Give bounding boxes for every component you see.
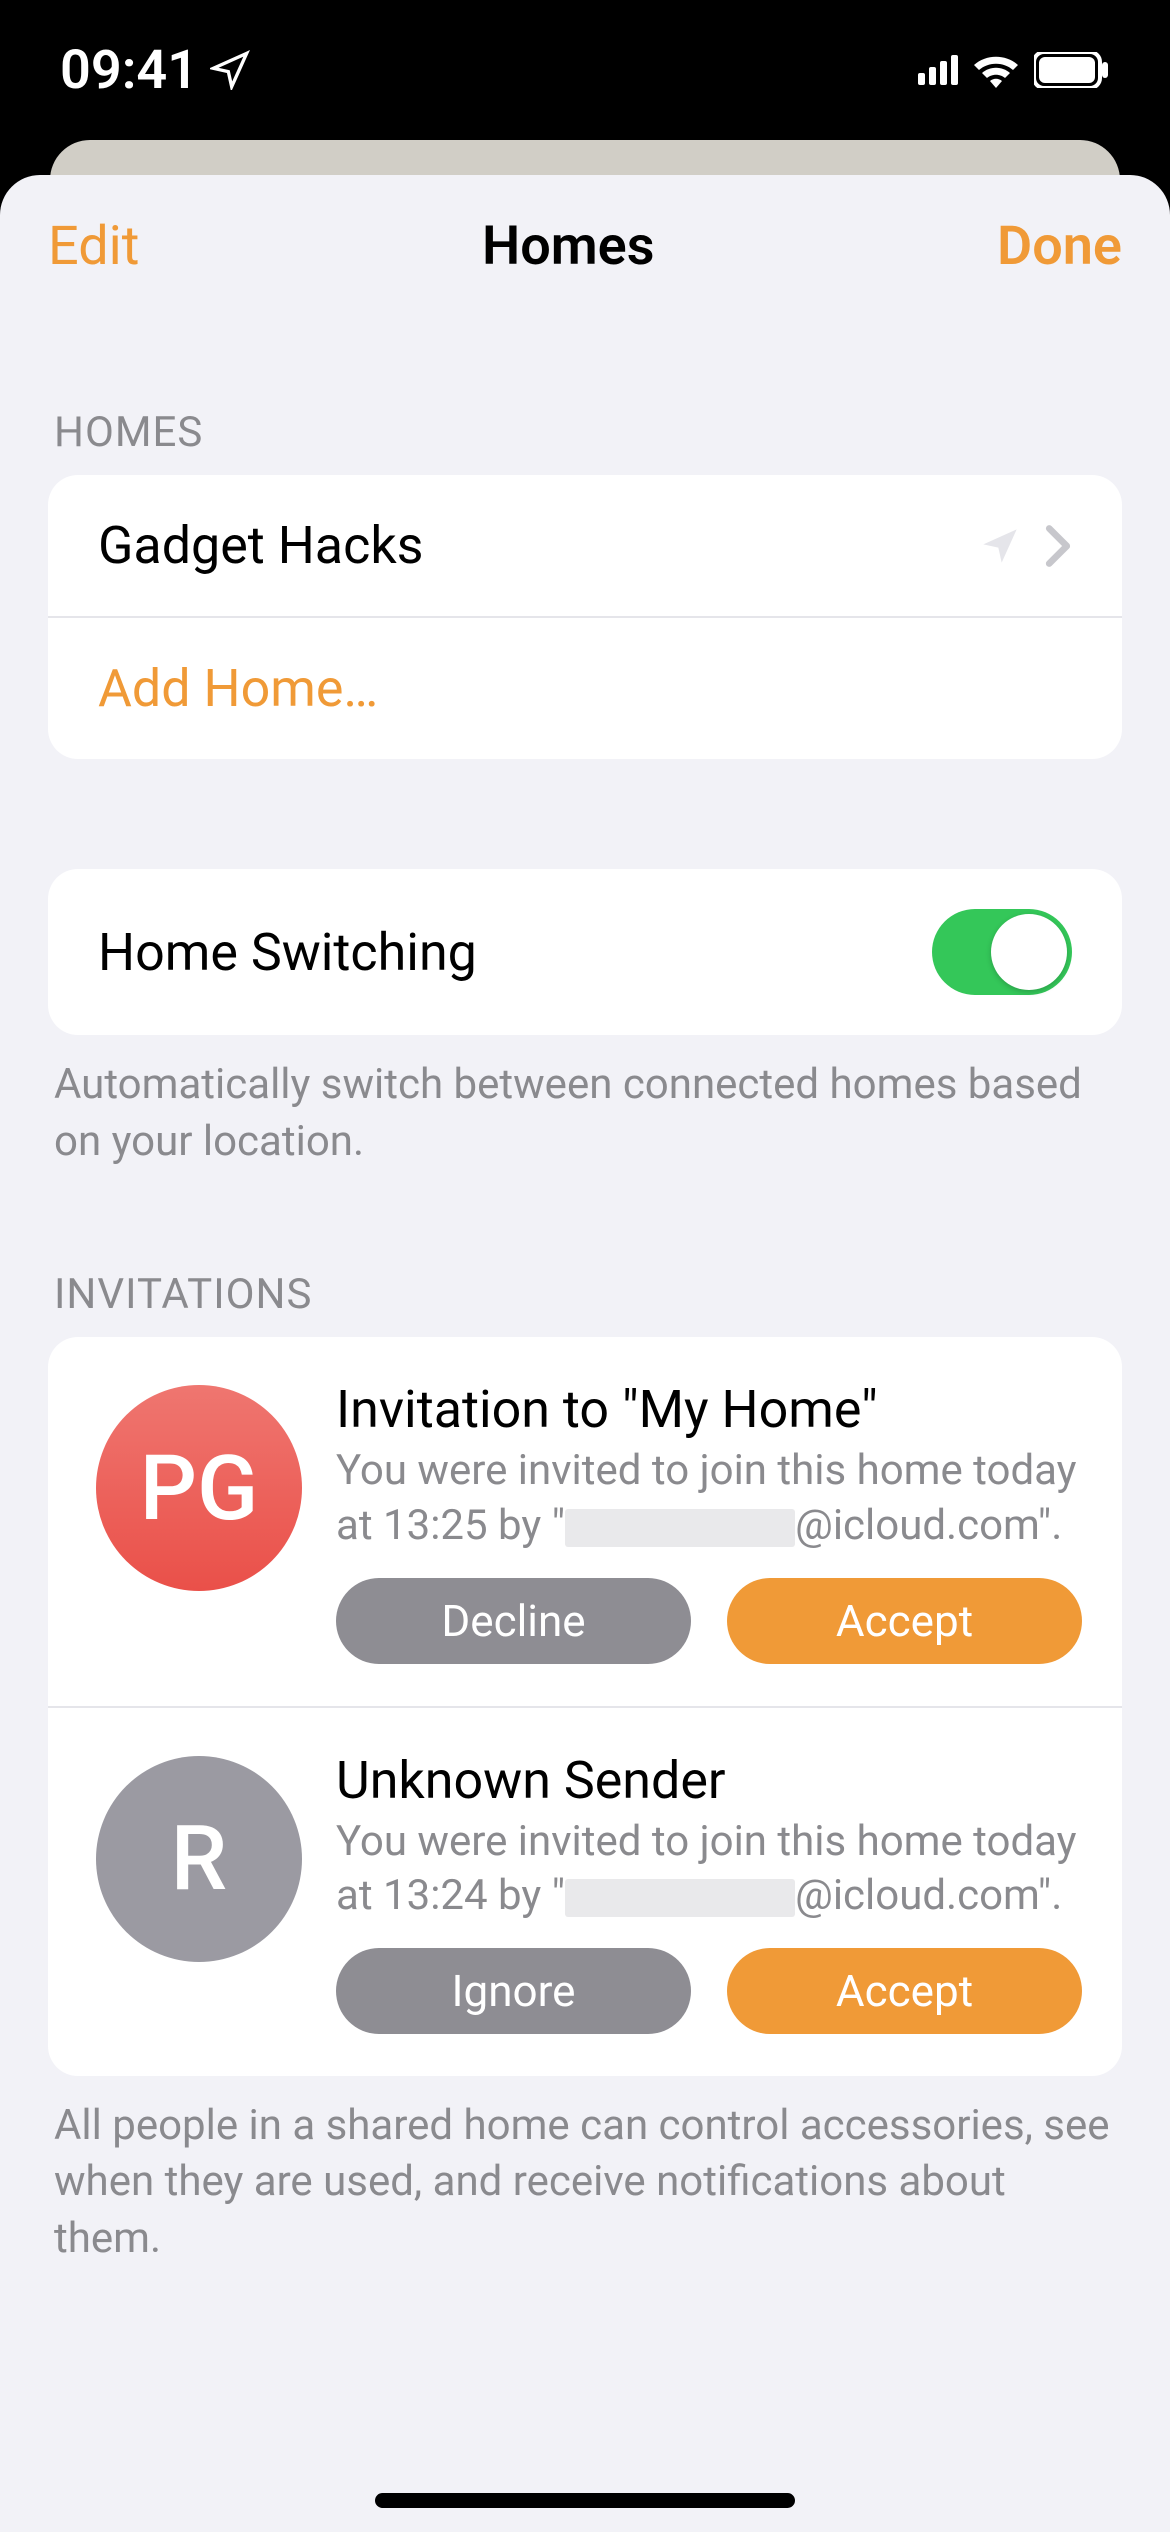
chevron-right-icon <box>1044 524 1072 568</box>
homes-card: Gadget Hacks Add Home… <box>48 475 1122 759</box>
switch-knob <box>991 914 1067 990</box>
invitation-title: Invitation to "My Home" <box>336 1379 1082 1440</box>
accept-button[interactable]: Accept <box>727 1578 1082 1664</box>
home-switching-row: Home Switching <box>48 869 1122 1035</box>
decline-button[interactable]: Decline <box>336 1578 691 1664</box>
invitations-section-header: Invitations <box>48 1170 1122 1337</box>
home-switching-footer: Automatically switch between connected h… <box>48 1035 1122 1170</box>
status-right <box>918 52 1110 88</box>
inv-desc-suffix: @icloud.com". <box>795 1501 1062 1550</box>
location-arrow-icon <box>210 50 250 90</box>
inv-desc-suffix: @icloud.com". <box>795 1871 1062 1920</box>
accept-button[interactable]: Accept <box>727 1948 1082 2034</box>
redacted-email <box>565 1879 795 1917</box>
homes-sheet: Edit Homes Done Homes Gadget Hacks Add H… <box>0 175 1170 2532</box>
avatar: R <box>96 1756 302 1962</box>
done-button[interactable]: Done <box>997 215 1122 278</box>
home-switching-toggle[interactable] <box>932 909 1072 995</box>
status-time: 09:41 <box>60 39 198 102</box>
page-title: Homes <box>482 215 655 278</box>
home-row-gadget-hacks[interactable]: Gadget Hacks <box>48 475 1122 616</box>
home-row-label: Gadget Hacks <box>98 515 980 576</box>
wifi-icon <box>972 52 1020 88</box>
home-indicator[interactable] <box>375 2493 795 2508</box>
home-switching-label: Home Switching <box>98 922 932 983</box>
invitation-title: Unknown Sender <box>336 1750 1082 1811</box>
invitation-actions: Decline Accept <box>336 1578 1082 1664</box>
avatar: PG <box>96 1385 302 1591</box>
spacer <box>48 759 1122 869</box>
invitation-body: Invitation to "My Home" You were invited… <box>336 1379 1082 1663</box>
row-accessory-icons <box>980 524 1072 568</box>
invitation-row: PG Invitation to "My Home" You were invi… <box>48 1337 1122 1705</box>
invitation-description: You were invited to join this home today… <box>336 1815 1082 1924</box>
battery-icon <box>1034 52 1110 88</box>
add-home-label: Add Home… <box>98 658 1072 719</box>
redacted-email <box>565 1509 795 1547</box>
status-left: 09:41 <box>60 39 250 102</box>
add-home-row[interactable]: Add Home… <box>48 616 1122 759</box>
ignore-button[interactable]: Ignore <box>336 1948 691 2034</box>
location-arrow-icon <box>980 526 1020 566</box>
edit-button[interactable]: Edit <box>48 215 139 278</box>
invitations-card: PG Invitation to "My Home" You were invi… <box>48 1337 1122 2075</box>
invitation-actions: Ignore Accept <box>336 1948 1082 2034</box>
invitation-description: You were invited to join this home today… <box>336 1444 1082 1553</box>
invitation-body: Unknown Sender You were invited to join … <box>336 1750 1082 2034</box>
content-scroll[interactable]: Homes Gadget Hacks Add Home… <box>0 308 1170 2532</box>
cellular-signal-icon <box>918 55 958 85</box>
homes-section-header: Homes <box>48 308 1122 475</box>
status-bar: 09:41 <box>0 0 1170 140</box>
home-switching-card: Home Switching <box>48 869 1122 1035</box>
invitations-footer: All people in a shared home can control … <box>48 2076 1122 2268</box>
nav-bar: Edit Homes Done <box>0 175 1170 308</box>
invitation-row: R Unknown Sender You were invited to joi… <box>48 1706 1122 2076</box>
